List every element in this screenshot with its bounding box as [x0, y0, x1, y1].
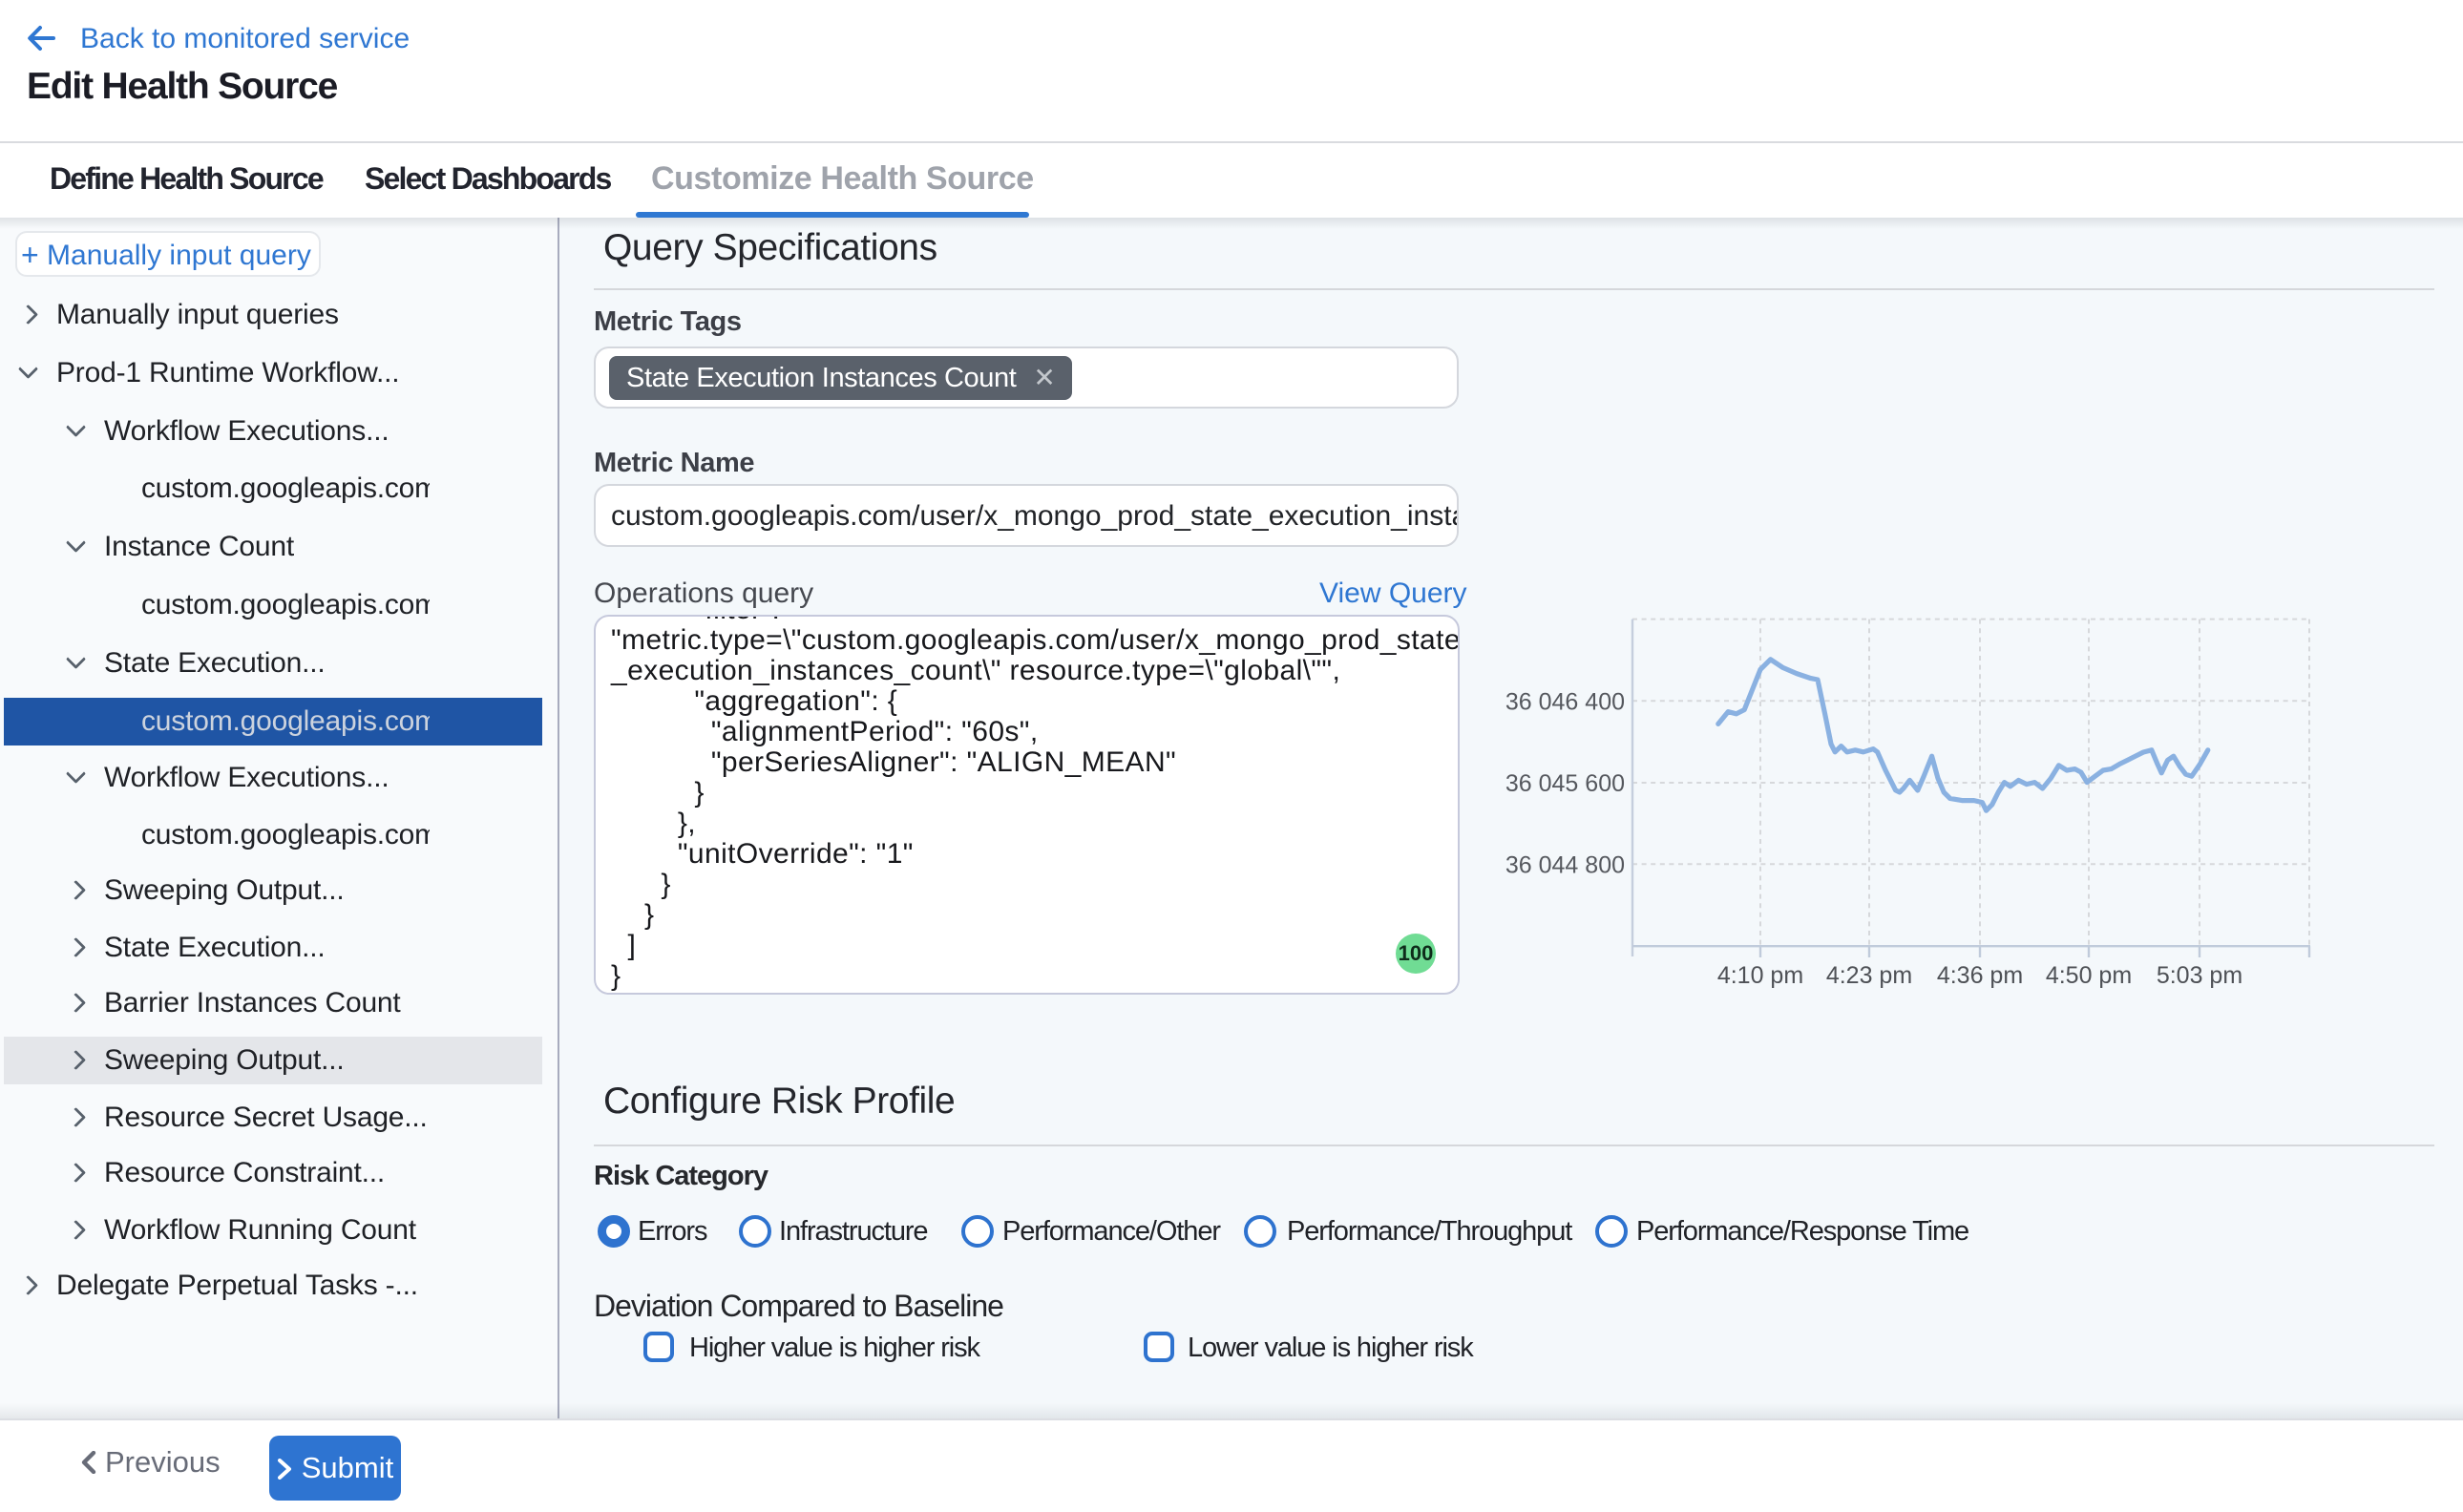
svg-text:36 045 600: 36 045 600: [1505, 770, 1625, 797]
svg-text:4:36 pm: 4:36 pm: [1937, 962, 2023, 989]
svg-text:5:03 pm: 5:03 pm: [2157, 962, 2242, 989]
svg-text:4:10 pm: 4:10 pm: [1717, 962, 1803, 989]
svg-text:36 044 800: 36 044 800: [1505, 851, 1625, 878]
svg-text:4:50 pm: 4:50 pm: [2046, 962, 2132, 989]
svg-text:36 046 400: 36 046 400: [1505, 688, 1625, 715]
svg-text:4:23 pm: 4:23 pm: [1826, 962, 1912, 989]
